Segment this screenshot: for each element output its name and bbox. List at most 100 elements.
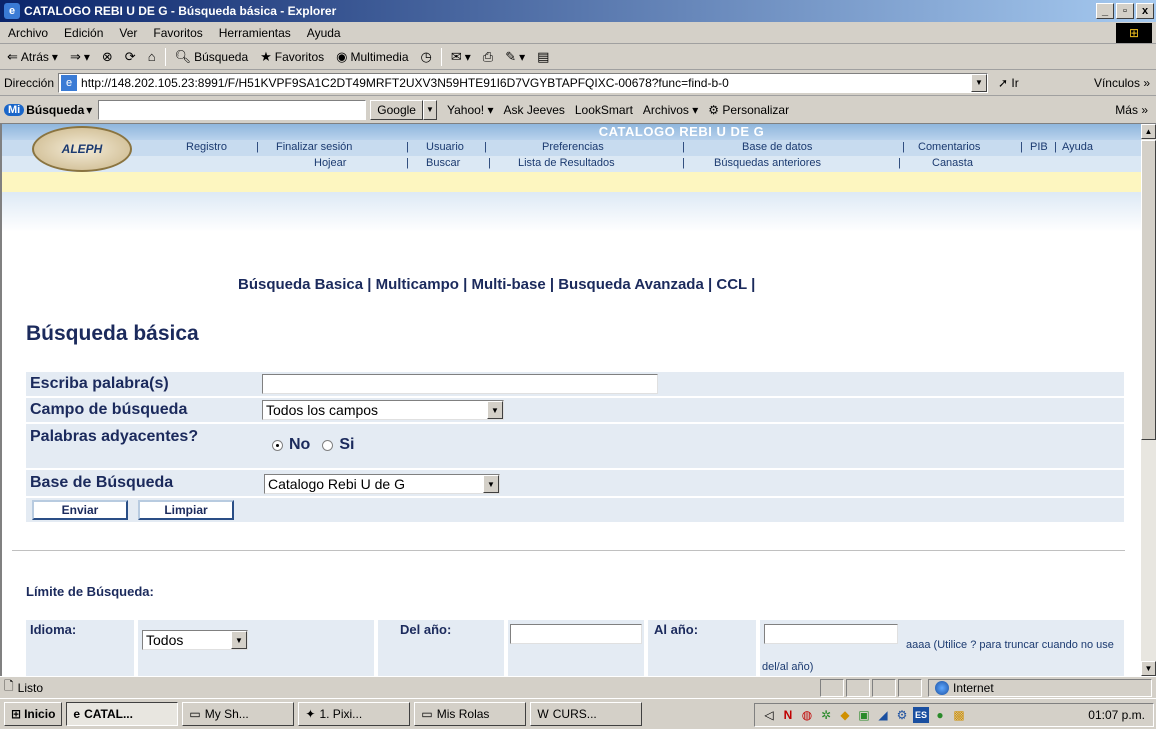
refresh-button[interactable]: ⟳: [122, 49, 139, 65]
radio-no[interactable]: [272, 439, 283, 451]
nav-registro[interactable]: Registro: [186, 141, 227, 153]
toolbar-item-personalizar[interactable]: ⚙ Personalizar: [708, 103, 789, 117]
nav-base-de-datos[interactable]: Base de datos: [742, 141, 812, 153]
toolbar-item-archivos[interactable]: Archivos ▾: [643, 103, 698, 117]
nav-ayuda[interactable]: Ayuda: [1062, 141, 1093, 153]
forward-button[interactable]: ⇒ ▾: [67, 49, 93, 65]
task-catalogo[interactable]: e CATAL...: [66, 702, 179, 726]
start-button[interactable]: ⊞ Inicio: [4, 702, 63, 726]
scroll-thumb[interactable]: [1141, 140, 1156, 440]
base-select[interactable]: Catalogo Rebi U de G ▼: [264, 474, 500, 494]
links-button[interactable]: Vínculos »: [1094, 76, 1150, 90]
menu-herramientas[interactable]: Herramientas: [211, 26, 299, 40]
multimedia-button[interactable]: ◉ Multimedia: [333, 49, 411, 65]
yellow-bar: [2, 172, 1141, 192]
vertical-scrollbar[interactable]: ▲ ▼: [1141, 124, 1156, 676]
nav-usuario[interactable]: Usuario: [426, 141, 464, 153]
volume-icon[interactable]: ◁: [761, 707, 777, 723]
mi-busqueda-button[interactable]: Mi Búsqueda ▾: [4, 103, 92, 117]
status-pane: [820, 679, 844, 697]
tray-app-icon[interactable]: ▩: [951, 707, 967, 723]
antivirus-icon[interactable]: ◍: [799, 707, 815, 723]
nav-lista-de-resultados[interactable]: Lista de Resultados: [518, 157, 615, 169]
minimize-button[interactable]: _: [1096, 3, 1114, 19]
task-pixi[interactable]: ✦ 1. Pixi...: [298, 702, 411, 726]
nav-pib[interactable]: PIB: [1030, 141, 1048, 153]
nav-comentarios[interactable]: Comentarios: [918, 141, 980, 153]
nav-busquedas-anteriores[interactable]: Búsquedas anteriores: [714, 157, 821, 169]
globe-icon: [935, 681, 949, 695]
mail-button[interactable]: ✉ ▾: [448, 49, 474, 65]
network-icon[interactable]: ▣: [856, 707, 872, 723]
language-icon[interactable]: ES: [913, 707, 929, 723]
maximize-button[interactable]: ▫: [1116, 3, 1134, 19]
link-multi-base[interactable]: Multi-base: [471, 276, 545, 293]
norton-icon[interactable]: N: [780, 707, 796, 723]
row-words: Escriba palabra(s): [26, 372, 1124, 396]
link-ccl[interactable]: CCL: [716, 276, 747, 293]
task-mis-rolas[interactable]: ▭ Mis Rolas: [414, 702, 527, 726]
history-button[interactable]: ◷: [418, 49, 435, 65]
refresh-icon: ⟳: [124, 48, 136, 64]
back-button[interactable]: ⇐ Atrás ▾: [4, 49, 61, 65]
submit-button[interactable]: Enviar: [32, 500, 128, 520]
menu-favoritos[interactable]: Favoritos: [145, 26, 210, 40]
toolbar-item-yahoo[interactable]: Yahoo! ▾: [447, 103, 494, 117]
task-curs[interactable]: W CURS...: [530, 702, 643, 726]
field-select[interactable]: Todos los campos ▼: [262, 400, 504, 420]
words-label: Escriba palabra(s): [30, 375, 169, 392]
nav-finalizar-sesion[interactable]: Finalizar sesión: [276, 141, 352, 153]
toolbar-item-looksmart[interactable]: LookSmart: [575, 103, 633, 117]
address-input[interactable]: e http://148.202.105.23:8991/F/H51KVPF9S…: [58, 72, 989, 93]
nav-hojear[interactable]: Hojear: [314, 157, 346, 169]
task-my-shared[interactable]: ▭ My Sh...: [182, 702, 295, 726]
nav-preferencias[interactable]: Preferencias: [542, 141, 604, 153]
zone-label: Internet: [953, 681, 994, 695]
home-button[interactable]: ⌂: [145, 49, 159, 64]
tray-app-icon[interactable]: ◆: [837, 707, 853, 723]
nav-buscar[interactable]: Buscar: [426, 157, 460, 169]
system-tray: ◁ N ◍ ✲ ◆ ▣ ◢ ⚙ ES ● ▩ 01:07 p.m.: [754, 703, 1154, 727]
language-select[interactable]: Todos ▼: [142, 630, 248, 650]
menu-archivo[interactable]: Archivo: [0, 26, 56, 40]
tray-app-icon[interactable]: ◢: [875, 707, 891, 723]
link-busqueda-basica[interactable]: Búsqueda Basica: [238, 276, 363, 293]
toolbar-item-askjeeves[interactable]: Ask Jeeves: [504, 103, 565, 117]
menu-edicion[interactable]: Edición: [56, 26, 111, 40]
words-input[interactable]: [262, 374, 658, 394]
address-url: http://148.202.105.23:8991/F/H51KVPF9SA1…: [81, 75, 729, 90]
toolbar-search-input[interactable]: [98, 99, 367, 120]
scroll-down-icon[interactable]: ▼: [1141, 661, 1156, 676]
google-dropdown-button[interactable]: ▼: [422, 99, 437, 120]
menu-ver[interactable]: Ver: [111, 26, 145, 40]
back-arrow-icon: ⇐: [7, 48, 18, 64]
nav-separator: |: [406, 141, 409, 153]
address-dropdown-button[interactable]: ▼: [971, 73, 988, 92]
scroll-up-icon[interactable]: ▲: [1141, 124, 1156, 139]
aleph-logo[interactable]: ALEPH: [32, 126, 132, 172]
go-button[interactable]: ➚ Ir: [998, 76, 1019, 90]
nav-row-2: Hojear | Buscar | Lista de Resultados | …: [2, 156, 1141, 172]
discuss-button[interactable]: ▤: [534, 49, 552, 65]
browser-window: e CATALOGO REBI U DE G - Búsqueda básica…: [0, 0, 1156, 729]
radio-si[interactable]: [322, 439, 334, 451]
link-busqueda-avanzada[interactable]: Busqueda Avanzada: [558, 276, 704, 293]
adjacent-label: Palabras adyacentes?: [30, 428, 199, 445]
favorites-button[interactable]: ★ Favoritos: [257, 49, 327, 65]
close-button[interactable]: x: [1136, 3, 1154, 19]
print-button[interactable]: ⎙: [480, 49, 496, 65]
folder-icon: ▭: [421, 707, 433, 721]
menu-ayuda[interactable]: Ayuda: [299, 26, 349, 40]
nav-canasta[interactable]: Canasta: [932, 157, 973, 169]
clear-button[interactable]: Limpiar: [138, 500, 234, 520]
google-button[interactable]: Google: [370, 99, 423, 120]
edit-button[interactable]: ✎ ▾: [502, 49, 528, 65]
tray-app-icon[interactable]: ✲: [818, 707, 834, 723]
from-year-input[interactable]: [510, 624, 642, 644]
tray-app-icon[interactable]: ●: [932, 707, 948, 723]
link-multicampo[interactable]: Multicampo: [376, 276, 459, 293]
more-button[interactable]: Más »: [1115, 103, 1148, 117]
search-button[interactable]: 🔍︎ Búsqueda: [172, 49, 252, 65]
stop-button[interactable]: ⊗: [99, 49, 116, 65]
tray-app-icon[interactable]: ⚙: [894, 707, 910, 723]
